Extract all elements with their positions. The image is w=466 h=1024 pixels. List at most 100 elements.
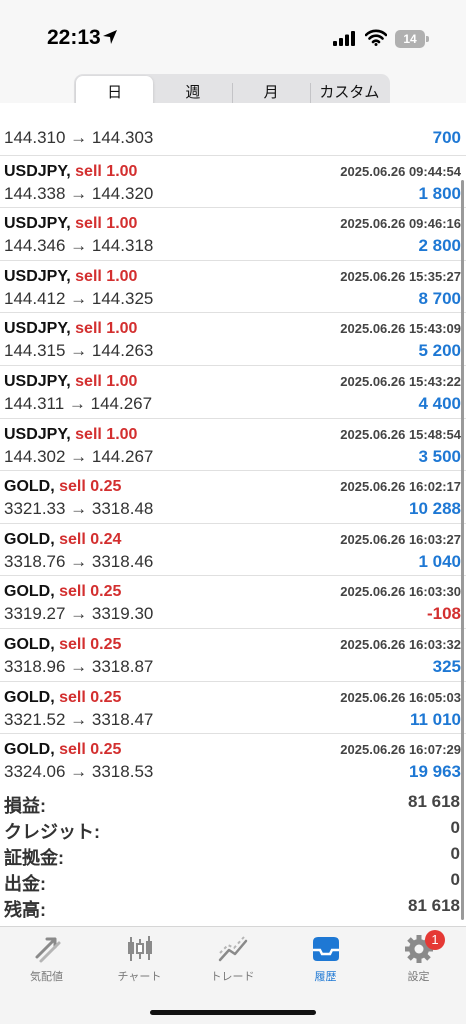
trade-symbol: GOLD, sell 0.25: [4, 583, 121, 601]
symbol-name: GOLD,: [4, 688, 55, 706]
symbol-name: USDJPY,: [4, 162, 71, 180]
trade-profit: 3 500: [418, 446, 461, 466]
cellular-signal-icon: [333, 31, 355, 46]
trade-side: sell 1.00: [75, 373, 138, 390]
trade-profit: 1 800: [418, 183, 461, 203]
symbol-name: USDJPY,: [4, 215, 71, 233]
trade-profit: 325: [432, 657, 461, 676]
symbol-name: USDJPY,: [4, 373, 71, 390]
trade-side: sell 1.00: [75, 320, 138, 338]
battery-icon: 14: [395, 30, 425, 48]
trade-row[interactable]: GOLD, sell 0.25 2025.06.26 16:03:32 3318.9…: [0, 629, 466, 682]
trade-prices: 144.302 → 144.267: [4, 446, 154, 466]
trade-symbol: USDJPY, sell 1.00: [4, 268, 137, 286]
trade-side: sell 1.00: [75, 162, 138, 180]
trade-prices: 144.310 → 144.303: [4, 128, 154, 147]
trade-datetime: 2025.06.26 15:48:54: [340, 426, 461, 442]
summary-withdrawal: 出金: 0: [0, 868, 466, 894]
trade-datetime: 2025.06.26 15:43:22: [340, 374, 461, 389]
trade-profit: 19 963: [409, 762, 461, 782]
trade-prices: 144.315 → 144.263: [4, 341, 154, 361]
tab-trade[interactable]: トレード: [186, 933, 279, 993]
trade-symbol: USDJPY, sell 1.00: [4, 426, 137, 444]
tab-label: 設定: [407, 971, 430, 983]
tab-quotes[interactable]: 気配値: [0, 933, 93, 993]
trade-row[interactable]: USDJPY, sell 1.00 2025.06.26 09:46:16 144.…: [0, 208, 466, 261]
trade-row[interactable]: GOLD, sell 0.25 2025.06.26 16:05:03 3321.5…: [0, 681, 466, 735]
trade-symbol: USDJPY, sell 1.00: [4, 163, 137, 181]
trade-prices: 3318.76 → 3318.46: [4, 551, 154, 571]
trade-datetime: 2025.06.26 16:03:27: [340, 531, 461, 547]
symbol-name: USDJPY,: [4, 425, 71, 443]
tab-history[interactable]: 履歴: [279, 933, 372, 993]
history-list[interactable]: 144.310 → 144.303 700 USDJPY, sell 1.00 2…: [0, 103, 466, 785]
summary-deposit: 証拠金: 0: [0, 842, 466, 868]
inbox-tray-icon: [312, 937, 339, 961]
trade-profit: 700: [432, 128, 461, 147]
partial-trade-row[interactable]: 144.310 → 144.303 700: [0, 103, 466, 156]
trade-row[interactable]: USDJPY, sell 1.00 2025.06.26 15:35:27 144.…: [0, 260, 466, 314]
status-time: 22:13: [47, 26, 101, 49]
trade-row[interactable]: USDJPY, sell 1.00 2025.06.26 09:44:54 144.…: [0, 155, 466, 209]
trade-row[interactable]: USDJPY, sell 1.00 2025.06.26 15:48:54 144.…: [0, 418, 466, 472]
trade-symbol: USDJPY, sell 1.00: [4, 320, 137, 338]
trade-symbol: GOLD, sell 0.25: [4, 741, 121, 759]
symbol-name: GOLD,: [4, 741, 55, 759]
trade-side: sell 0.25: [59, 636, 122, 653]
trade-profit: 2 800: [418, 236, 461, 256]
summary-value: 0: [450, 870, 460, 889]
trade-symbol: GOLD, sell 0.25: [4, 689, 121, 707]
trade-row[interactable]: GOLD, sell 0.25 2025.06.26 16:03:30 3319.2…: [0, 576, 466, 629]
symbol-name: GOLD,: [4, 583, 55, 601]
trade-datetime: 2025.06.26 16:03:32: [340, 637, 461, 652]
trade-datetime: 2025.06.26 16:07:29: [340, 742, 461, 758]
summary-label: 証拠金:: [4, 848, 64, 868]
symbol-name: USDJPY,: [4, 320, 71, 338]
symbol-name: USDJPY,: [4, 267, 71, 285]
tab-chart[interactable]: チャート: [93, 933, 186, 993]
status-bar: 22:13 14: [0, 0, 466, 70]
summary-value: 0: [450, 844, 460, 863]
trade-prices: 3319.27 → 3319.30: [4, 604, 154, 624]
trade-row[interactable]: GOLD, sell 0.25 2025.06.26 16:07:29 3324.0…: [0, 734, 466, 785]
battery-cap: [426, 36, 429, 42]
trade-profit: 4 400: [418, 394, 461, 413]
tab-settings[interactable]: 1 設定: [372, 930, 465, 993]
trade-row[interactable]: USDJPY, sell 1.00 2025.06.26 15:43:09 144.…: [0, 313, 466, 366]
summary-value: 81 618: [408, 896, 460, 915]
trade-prices: 3324.06 → 3318.53: [4, 762, 154, 782]
trade-symbol: GOLD, sell 0.24: [4, 531, 121, 549]
home-indicator: [150, 1010, 316, 1015]
trade-profit: -108: [426, 604, 461, 624]
trade-row[interactable]: GOLD, sell 0.24 2025.06.26 16:03:27 3318.7…: [0, 523, 466, 577]
trade-prices: 144.346 → 144.318: [4, 236, 154, 256]
trade-row[interactable]: USDJPY, sell 1.00 2025.06.26 15:43:22 144.…: [0, 366, 466, 419]
trade-datetime: 2025.06.26 15:43:09: [340, 321, 461, 337]
summary-label: 残高:: [4, 900, 46, 920]
trade-side: sell 0.25: [59, 688, 122, 706]
trade-side: sell 0.25: [59, 478, 122, 496]
trade-profit: 10 288: [409, 499, 461, 519]
wifi-icon: [365, 29, 387, 46]
trade-side: sell 0.24: [59, 530, 122, 548]
tab-label: 履歴: [314, 971, 337, 983]
symbol-name: GOLD,: [4, 478, 55, 496]
battery-level: 14: [403, 32, 417, 46]
trade-datetime: 2025.06.26 16:05:03: [340, 689, 461, 705]
trade-row[interactable]: GOLD, sell 0.25 2025.06.26 16:02:17 3321.3…: [0, 471, 466, 524]
quotes-arrows-icon: [35, 937, 60, 963]
summary-value: 0: [450, 818, 460, 837]
trade-profit: 11 010: [409, 709, 461, 729]
summary-label: 損益:: [4, 796, 46, 816]
trade-symbol: USDJPY, sell 1.00: [4, 373, 137, 391]
summary-label: クレジット:: [4, 822, 100, 842]
tab-label: チャート: [117, 971, 162, 983]
summary-credit: クレジット: 0: [0, 816, 466, 842]
summary-balance: 残高: 81 618: [0, 894, 466, 920]
trade-datetime: 2025.06.26 16:02:17: [340, 479, 461, 495]
trade-side: sell 0.25: [59, 741, 122, 759]
trade-datetime: 2025.06.26 15:35:27: [340, 268, 461, 284]
summary-section: 損益: 81 618 クレジット: 0 証拠金: 0 出金: 0 残高: 81 …: [0, 790, 466, 920]
trade-symbol: GOLD, sell 0.25: [4, 636, 121, 654]
trade-prices: 3321.33 → 3318.48: [4, 499, 154, 519]
